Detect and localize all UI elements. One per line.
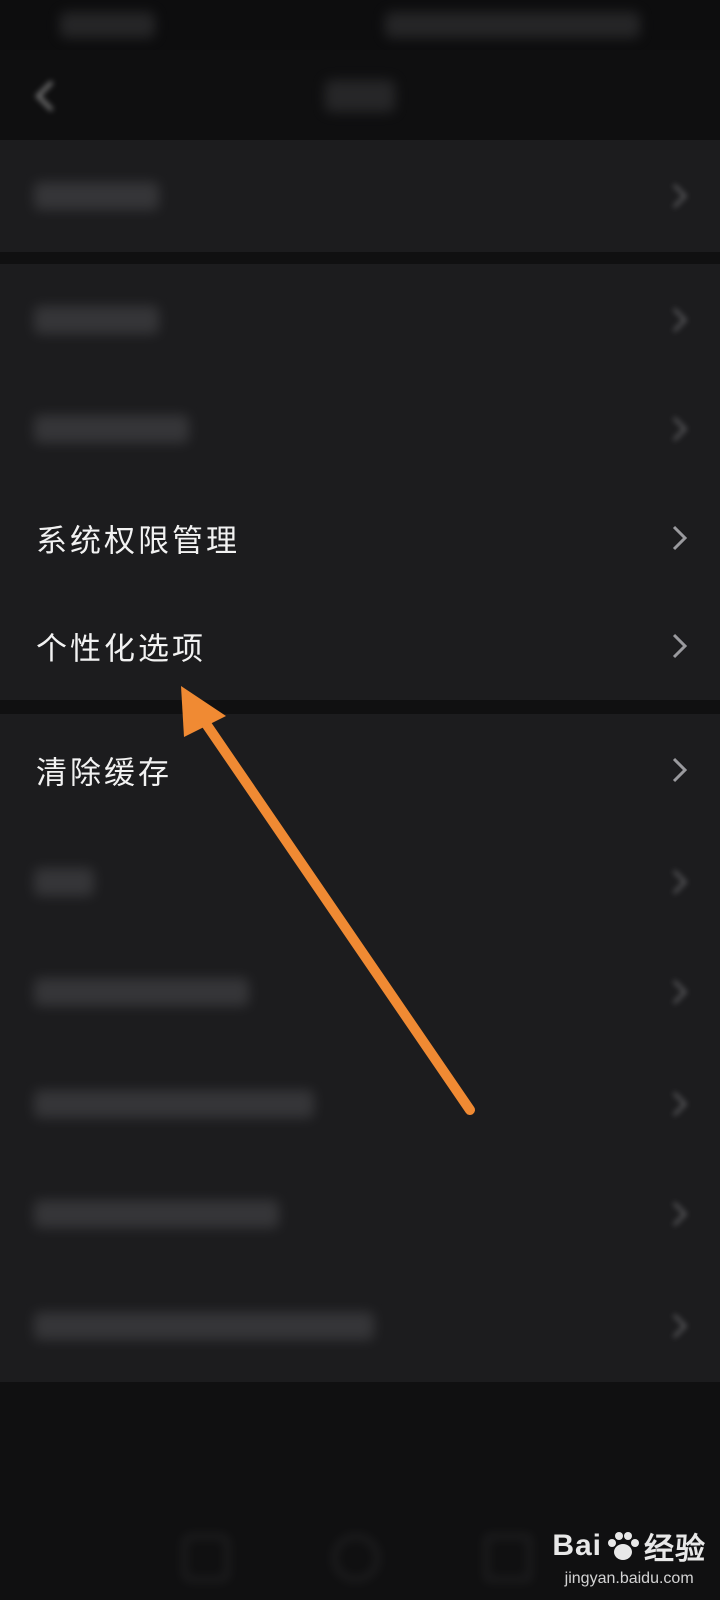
status-bar [0, 0, 720, 50]
baidu-jingyan-watermark: Bai 经验 jingyan.baidu.com [552, 1524, 706, 1588]
settings-row-blurred[interactable] [0, 373, 720, 485]
app-bar [0, 50, 720, 140]
settings-row-blurred[interactable] [0, 1048, 720, 1160]
chevron-right-icon [672, 757, 688, 783]
watermark-suffix-text: 经验 [644, 1533, 706, 1566]
chevron-right-icon [672, 1201, 688, 1227]
nav-home-icon[interactable] [333, 1535, 379, 1581]
nav-recents-icon[interactable] [183, 1535, 229, 1581]
watermark-brand-text: Bai [552, 1529, 602, 1562]
chevron-right-icon [672, 416, 688, 442]
chevron-right-icon [672, 307, 688, 333]
chevron-right-icon [672, 1091, 688, 1117]
settings-group-2: 系统权限管理 个性化选项 [0, 264, 720, 700]
settings-row-blurred[interactable] [0, 826, 720, 938]
settings-row-blurred[interactable] [0, 264, 720, 376]
status-time-blurred [60, 12, 155, 38]
blurred-label [34, 1090, 314, 1118]
settings-row-system-permissions[interactable]: 系统权限管理 [0, 482, 720, 594]
settings-row-label: 系统权限管理 [36, 523, 240, 560]
settings-row-personalization[interactable]: 个性化选项 [0, 590, 720, 702]
watermark-brand: Bai 经验 [552, 1524, 706, 1568]
blurred-label [34, 182, 159, 210]
status-icons-blurred [385, 12, 640, 38]
settings-row-label: 个性化选项 [36, 631, 206, 668]
settings-group-1 [0, 140, 720, 252]
chevron-right-icon [672, 633, 688, 659]
settings-row-label: 清除缓存 [36, 755, 172, 792]
page-title-blurred [325, 80, 395, 112]
blurred-label [34, 306, 159, 334]
blurred-label [34, 415, 189, 443]
settings-group-3: 清除缓存 [0, 714, 720, 1382]
chevron-right-icon [672, 1313, 688, 1339]
blurred-label [34, 978, 249, 1006]
nav-back-icon[interactable] [485, 1535, 531, 1581]
blurred-label [34, 1200, 279, 1228]
settings-row-blurred[interactable] [0, 1158, 720, 1270]
settings-row-clear-cache[interactable]: 清除缓存 [0, 714, 720, 826]
chevron-right-icon [672, 525, 688, 551]
settings-row-blurred[interactable] [0, 936, 720, 1048]
watermark-url: jingyan.baidu.com [564, 1570, 694, 1587]
paw-icon [608, 1532, 639, 1560]
blurred-label [34, 868, 94, 896]
chevron-right-icon [672, 869, 688, 895]
blurred-label [34, 1312, 374, 1340]
settings-row-blurred[interactable] [0, 140, 720, 252]
back-arrow-icon[interactable] [32, 78, 56, 114]
chevron-right-icon [672, 979, 688, 1005]
chevron-right-icon [672, 183, 688, 209]
settings-row-blurred[interactable] [0, 1270, 720, 1382]
